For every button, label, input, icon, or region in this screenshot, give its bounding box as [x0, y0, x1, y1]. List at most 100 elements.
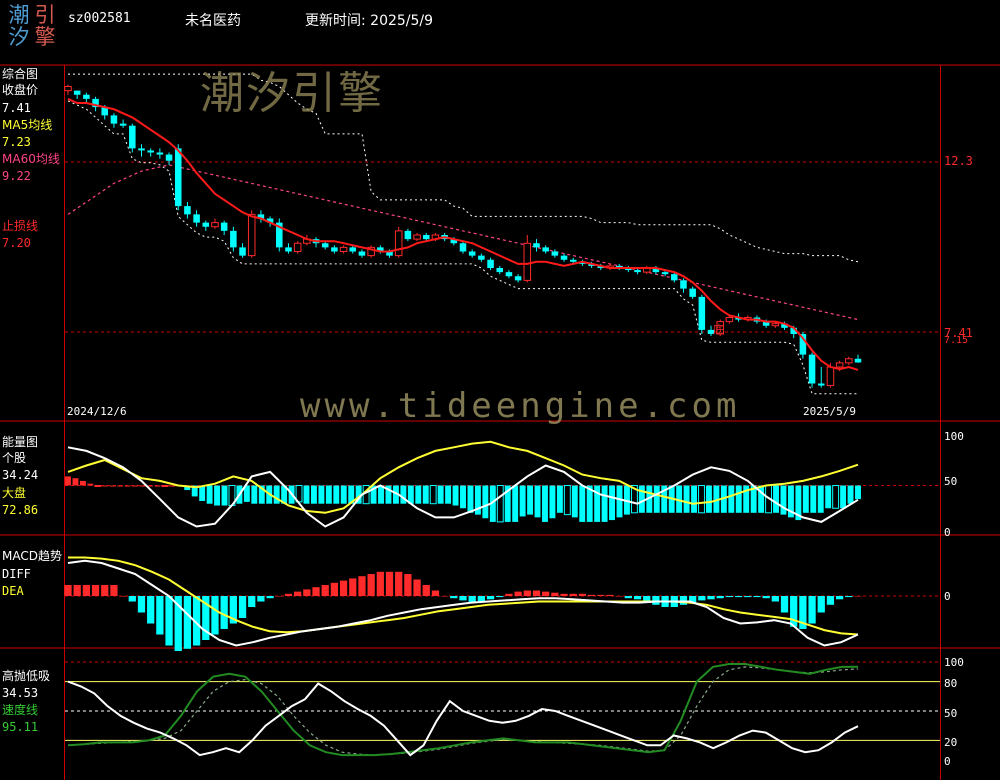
energy-bar: [616, 485, 623, 518]
speed-label: 速度线: [2, 703, 39, 717]
macd-title: MACD趋势: [2, 549, 62, 563]
ma5-label: MA5均线: [2, 118, 53, 132]
macd-histogram-bar: [523, 590, 531, 596]
candle-body: [560, 255, 568, 260]
macd-histogram-bar: [496, 596, 504, 598]
energy-bar: [549, 485, 556, 519]
macd-histogram-bar: [248, 596, 256, 607]
main-price-chart: [64, 73, 940, 395]
macd-histogram-bar: [367, 574, 375, 596]
energy-bar: [422, 485, 429, 504]
bottom-marker: 底: [713, 323, 724, 336]
candle-body: [220, 222, 228, 231]
energy-tick: 50: [944, 475, 958, 488]
candle-body: [523, 242, 532, 281]
energy-bar: [735, 485, 742, 513]
energy-bar: [519, 485, 526, 517]
macd-histogram-bar: [744, 596, 752, 598]
dea-label: DEA: [2, 584, 24, 598]
energy-bar: [832, 485, 840, 509]
macd-histogram-bar: [633, 596, 642, 600]
energy-bar: [728, 485, 735, 513]
diff-label: DIFF: [2, 567, 31, 581]
energy-tick: 0: [944, 526, 951, 539]
oscillator-tick: 20: [944, 736, 958, 749]
energy-bar: [251, 485, 258, 504]
url-watermark: www.tideengine.com: [300, 386, 741, 426]
candle-body: [468, 251, 476, 256]
macd-histogram-bar: [156, 596, 164, 635]
energy-bar: [221, 485, 228, 506]
energy-bar: [65, 476, 71, 486]
macd-histogram-bar: [542, 591, 550, 596]
energy-bar: [79, 480, 86, 486]
candle-body: [247, 213, 256, 257]
macd-histogram-bar: [119, 596, 127, 597]
energy-bar: [527, 485, 534, 515]
macd-histogram-bar: [358, 576, 366, 596]
macd-histogram-bar: [679, 596, 688, 605]
candle-body: [119, 123, 127, 126]
oscillator-tick: 100: [944, 656, 964, 669]
ma60-value: 9.22: [2, 169, 31, 183]
speed-value: 95.11: [2, 720, 39, 734]
energy-bar: [802, 485, 809, 513]
macd-histogram-bar: [835, 596, 844, 600]
energy-bar: [154, 485, 161, 487]
macd-histogram-bar: [64, 585, 72, 596]
macd-histogram-bar: [771, 596, 779, 602]
energy-bar: [415, 485, 422, 504]
candle-body: [422, 235, 430, 240]
candle-body: [496, 268, 504, 273]
energy-bar: [563, 485, 571, 516]
candle-body: [835, 362, 844, 368]
energy-bar: [601, 485, 608, 522]
macd-histogram-bar: [845, 596, 853, 598]
macd-histogram-bar: [91, 585, 100, 596]
buy-sell-oscillator-chart: [65, 661, 940, 757]
macd-histogram-bar: [147, 596, 155, 624]
candle-body: [394, 230, 403, 257]
energy-bar: [773, 485, 779, 513]
energy-bar: [214, 485, 221, 506]
candle-body: [413, 234, 421, 240]
macd-histogram-bar: [238, 596, 247, 618]
energy-bar: [139, 485, 146, 487]
candle-body: [634, 270, 641, 273]
candle-body: [817, 383, 825, 386]
energy-bar: [445, 485, 452, 504]
energy-bar: [683, 485, 690, 513]
energy-bar: [534, 485, 541, 518]
oscillator-tick: 80: [944, 677, 958, 690]
energy-bar: [325, 485, 332, 504]
macd-histogram-bar: [330, 582, 339, 596]
macd-histogram-bar: [486, 596, 495, 600]
candle-body: [478, 255, 485, 260]
energy-bar: [102, 485, 109, 487]
speed-line: [67, 663, 859, 757]
energy-bar: [810, 485, 817, 513]
candle-body: [202, 222, 210, 227]
energy-bar: [340, 485, 347, 504]
candle-body: [826, 366, 835, 387]
candle-body: [147, 150, 154, 153]
macd-histogram-bar: [339, 580, 348, 596]
brand-watermark: 潮汐引擎: [200, 68, 384, 119]
macd-histogram-bar: [780, 596, 789, 613]
energy-bar: [273, 485, 280, 504]
energy-bar: [556, 485, 563, 513]
macd-histogram-bar: [82, 585, 91, 596]
energy-bar: [847, 485, 854, 504]
energy-bar: [817, 485, 824, 513]
candle-body: [211, 222, 219, 228]
energy-bar: [691, 485, 697, 513]
macd-histogram-bar: [303, 589, 311, 596]
upper-band-line: [68, 73, 859, 263]
candle-body: [771, 323, 780, 327]
macd-histogram-bar: [440, 596, 449, 597]
candle-body: [64, 86, 72, 92]
energy-bar: [638, 485, 645, 513]
macd-histogram-bar: [790, 596, 798, 627]
oscillator-value: 34.53: [2, 686, 39, 700]
energy-bar: [698, 485, 705, 514]
